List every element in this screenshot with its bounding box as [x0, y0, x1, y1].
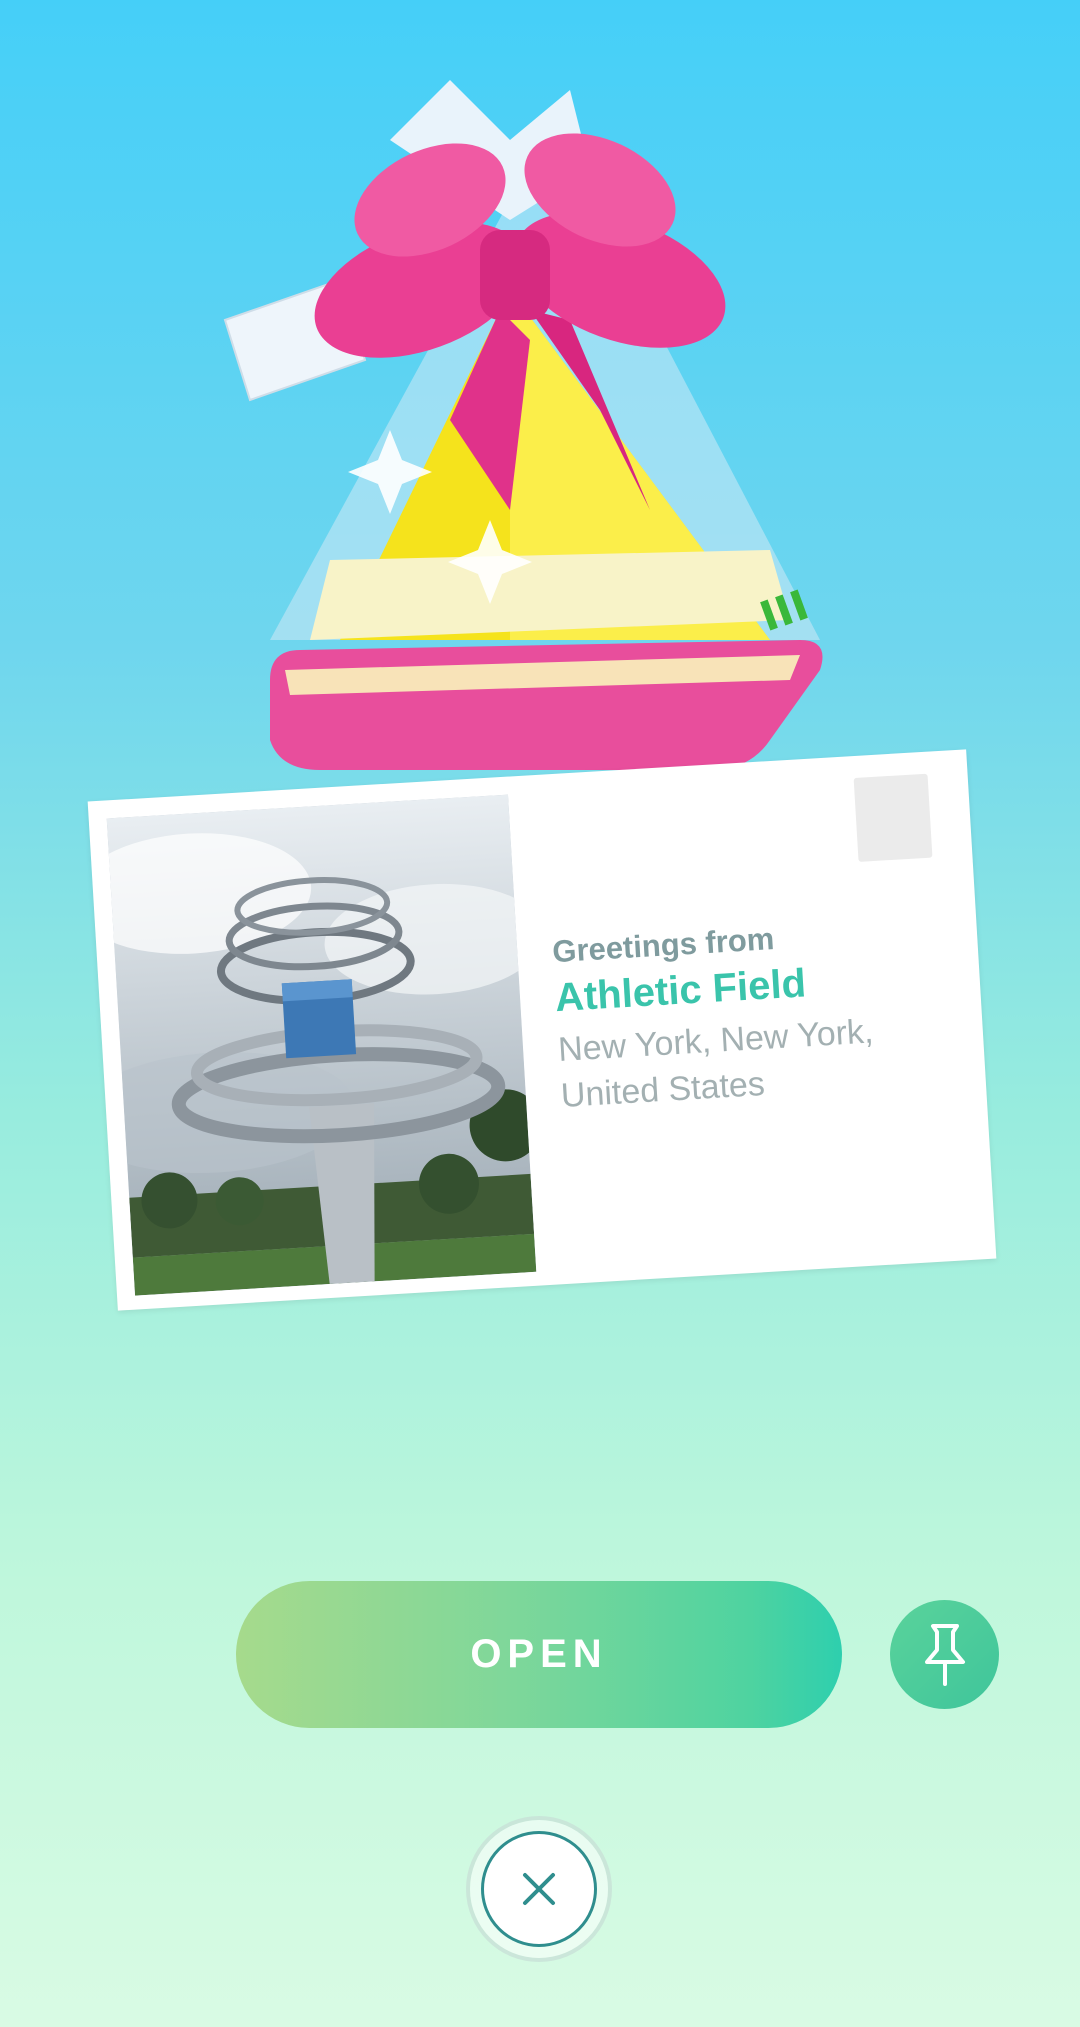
close-icon — [523, 1873, 555, 1905]
open-button-label: OPEN — [470, 1632, 608, 1676]
postcard: Greetings from Athletic Field New York, … — [87, 749, 997, 1311]
pin-icon — [924, 1623, 965, 1686]
postcard-text: Greetings from Athletic Field New York, … — [551, 911, 961, 1119]
pin-button[interactable] — [890, 1600, 999, 1709]
stamp-placeholder — [853, 773, 933, 862]
close-button[interactable] — [481, 1831, 597, 1947]
gift-illustration — [210, 80, 850, 800]
close-button-ring — [470, 1820, 608, 1958]
location-photo — [106, 794, 537, 1296]
open-button[interactable]: OPEN — [236, 1581, 842, 1728]
tower-photo-image — [106, 794, 537, 1296]
gift-box-icon — [223, 80, 823, 770]
